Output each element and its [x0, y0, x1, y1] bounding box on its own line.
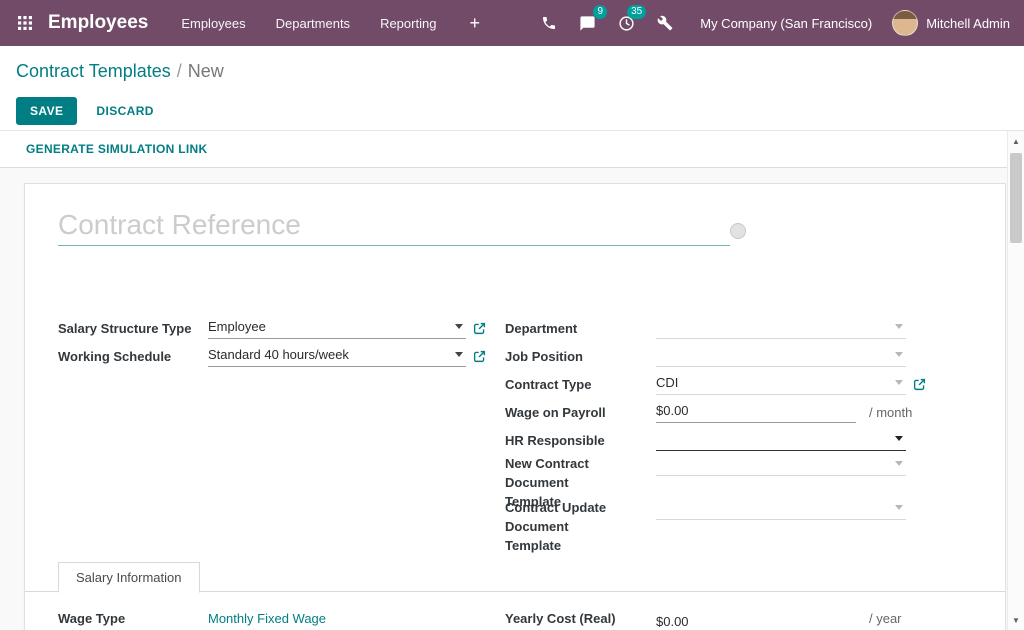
- yearly-cost-suffix: / year: [869, 611, 902, 626]
- chevron-down-icon: [455, 352, 463, 357]
- field-value: Standard 40 hours/week: [208, 347, 451, 362]
- user-name: Mitchell Admin: [926, 16, 1010, 31]
- department-dropdown[interactable]: [656, 317, 906, 339]
- chevron-down-icon: [895, 380, 903, 385]
- scroll-down-arrow-icon[interactable]: ▼: [1008, 612, 1024, 628]
- contract-type-dropdown[interactable]: CDI: [656, 373, 906, 395]
- main-menu: Employees Departments Reporting: [166, 0, 451, 46]
- form-view-area: Salary Structure Type Employee Working S…: [0, 168, 1007, 630]
- chevron-down-icon: [895, 352, 903, 357]
- chevron-down-icon: [895, 324, 903, 329]
- wage-type-label: Wage Type: [58, 611, 208, 626]
- field-label: HR Responsible: [505, 431, 656, 450]
- field-label: Wage on Payroll: [505, 403, 656, 422]
- fields-column-left: Salary Structure Type Employee Working S…: [58, 314, 510, 370]
- job-position-dropdown[interactable]: [656, 345, 906, 367]
- control-panel-buttons: SAVE DISCARD: [16, 97, 154, 125]
- generate-simulation-link-button[interactable]: GENERATE SIMULATION LINK: [26, 142, 207, 156]
- vertical-scrollbar[interactable]: ▲ ▼: [1007, 131, 1024, 630]
- save-button[interactable]: SAVE: [16, 97, 77, 125]
- breadcrumb-parent-link[interactable]: Contract Templates: [16, 61, 171, 81]
- field-row-contract-update-document-template: Contract Update Document Template: [505, 498, 965, 542]
- field-row-job-position: Job Position: [505, 342, 965, 370]
- scroll-up-arrow-icon[interactable]: ▲: [1008, 133, 1024, 149]
- form-statusbar: GENERATE SIMULATION LINK: [0, 131, 1007, 168]
- external-link-icon[interactable]: [913, 378, 926, 391]
- grid-icon: [17, 15, 33, 31]
- external-link-icon[interactable]: [473, 322, 486, 335]
- field-row-salary-structure-type: Salary Structure Type Employee: [58, 314, 510, 342]
- field-label: Job Position: [505, 347, 656, 366]
- field-row-working-schedule: Working Schedule Standard 40 hours/week: [58, 342, 510, 370]
- field-value: CDI: [656, 375, 891, 390]
- wage-type-value[interactable]: Monthly Fixed Wage: [208, 611, 505, 626]
- top-navbar: Employees Employees Departments Reportin…: [0, 0, 1024, 46]
- yearly-cost-input[interactable]: $0.00: [656, 611, 856, 630]
- phone-icon[interactable]: [530, 0, 568, 46]
- breadcrumb: Contract Templates / New: [16, 61, 224, 82]
- field-row-new-contract-document-template: New Contract Document Template: [505, 454, 965, 498]
- kanban-state-circle-icon[interactable]: [730, 223, 746, 239]
- yearly-cost-label: Yearly Cost (Real): [505, 611, 656, 626]
- working-schedule-dropdown[interactable]: Standard 40 hours/week: [208, 345, 466, 367]
- field-value: $0.00: [656, 403, 856, 418]
- chevron-down-icon: [895, 461, 903, 466]
- discard-button[interactable]: DISCARD: [96, 104, 153, 118]
- salary-structure-type-dropdown[interactable]: Employee: [208, 317, 466, 339]
- chevron-down-icon: [455, 324, 463, 329]
- fields-column-right: Department Job Position Contract Type: [505, 314, 965, 542]
- app-window: Employees Employees Departments Reportin…: [0, 0, 1024, 630]
- wage-on-payroll-input[interactable]: $0.00: [656, 401, 856, 423]
- menu-item-reporting[interactable]: Reporting: [365, 0, 451, 46]
- field-value: Employee: [208, 319, 451, 334]
- tools-wrench-icon[interactable]: [646, 0, 684, 46]
- company-switcher[interactable]: My Company (San Francisco): [684, 0, 888, 46]
- wage-period-suffix: / month: [869, 405, 912, 420]
- scrollbar-thumb[interactable]: [1010, 153, 1022, 243]
- breadcrumb-separator: /: [177, 61, 182, 81]
- form-sheet: Salary Structure Type Employee Working S…: [24, 183, 1006, 630]
- contract-reference-input[interactable]: [58, 204, 730, 246]
- field-label: Salary Structure Type: [58, 319, 208, 338]
- field-value: $0.00: [656, 614, 856, 629]
- field-row-wage-on-payroll: Wage on Payroll $0.00 / month: [505, 398, 965, 426]
- chevron-down-icon: [895, 505, 903, 510]
- field-label: Contract Update Document Template: [505, 498, 656, 555]
- topbar-systray: 9 35 My Company (San Francisco) Mitchell…: [530, 0, 1014, 46]
- menu-item-employees[interactable]: Employees: [166, 0, 260, 46]
- new-contract-document-template-dropdown[interactable]: [656, 454, 906, 476]
- field-row-contract-type: Contract Type CDI: [505, 370, 965, 398]
- tab-salary-information[interactable]: Salary Information: [58, 562, 200, 593]
- apps-menu-icon[interactable]: [6, 0, 44, 46]
- activities-count-badge: 35: [627, 5, 646, 19]
- salary-information-row: Wage Type Monthly Fixed Wage Yearly Cost…: [58, 611, 985, 630]
- app-name-menu[interactable]: Employees: [44, 12, 156, 34]
- activities-clock-icon[interactable]: 35: [607, 0, 646, 46]
- external-link-icon[interactable]: [473, 350, 486, 363]
- hr-responsible-dropdown[interactable]: [656, 429, 906, 451]
- plus-icon[interactable]: +: [451, 0, 498, 46]
- messages-count-badge: 9: [593, 5, 607, 19]
- notebook-tabbar: Salary Information: [25, 562, 1005, 592]
- contract-update-document-template-dropdown[interactable]: [656, 498, 906, 520]
- field-label: Department: [505, 319, 656, 338]
- field-label: Contract Type: [505, 375, 656, 394]
- breadcrumb-current: New: [188, 61, 224, 81]
- messages-icon[interactable]: 9: [568, 0, 607, 46]
- menu-item-departments[interactable]: Departments: [261, 0, 365, 46]
- field-row-department: Department: [505, 314, 965, 342]
- user-avatar: [892, 10, 918, 36]
- field-label: Working Schedule: [58, 347, 208, 366]
- chevron-down-icon: [895, 436, 903, 441]
- field-row-hr-responsible: HR Responsible: [505, 426, 965, 454]
- user-menu[interactable]: Mitchell Admin: [888, 0, 1014, 46]
